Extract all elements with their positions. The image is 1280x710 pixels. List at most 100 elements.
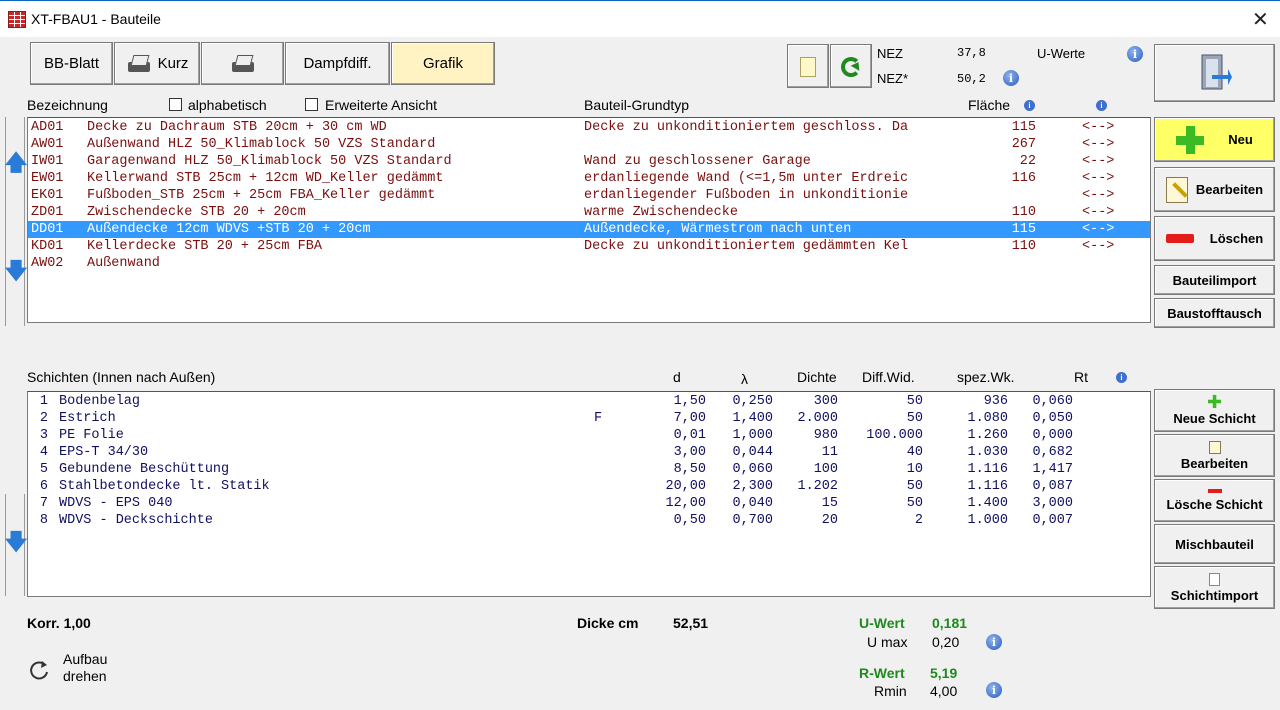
- layer-row[interactable]: 2 Estrich F 7,00 1,400 2.000 50 1.080 0,050: [28, 410, 1150, 427]
- layer-lambda: 2,300: [732, 479, 773, 494]
- aufbau-label[interactable]: Aufbau: [63, 651, 107, 667]
- layer-spez: 1.030: [967, 445, 1008, 460]
- title-bar: XT-FBAU1 - Bauteile ✕: [0, 0, 1280, 37]
- layer-list[interactable]: 1 Bodenbelag 1,50 0,250 300 50 936 0,060 2 Estric…: [27, 391, 1151, 597]
- new-document-button[interactable]: [787, 44, 829, 88]
- arrow-down-icon[interactable]: 🡇: [5, 259, 28, 285]
- component-link[interactable]: <-->: [1082, 221, 1114, 238]
- layer-row[interactable]: 6 Stahlbetondecke lt. Statik 20,00 2,300 1.2…: [28, 478, 1150, 495]
- layer-density: 980: [813, 428, 838, 443]
- component-name: Kellerwand STB 25cm + 12cm WD_Keller ged…: [87, 171, 444, 186]
- layer-spez: 1.116: [967, 462, 1008, 477]
- u-wert-label: U-Wert: [859, 615, 905, 631]
- info-icon[interactable]: i: [1003, 70, 1019, 86]
- info-icon[interactable]: i: [986, 682, 1002, 698]
- component-list[interactable]: AD01 Decke zu Dachraum STB 20cm + 30 cm W…: [27, 117, 1151, 323]
- plus-icon: [1176, 125, 1205, 154]
- alphabetisch-checkbox[interactable]: [169, 98, 182, 111]
- component-link[interactable]: <-->: [1082, 170, 1114, 187]
- printer-icon: [126, 54, 152, 74]
- layer-name: PE Folie: [59, 428, 124, 443]
- component-link[interactable]: <-->: [1082, 153, 1114, 170]
- arrow-up-icon[interactable]: 🡅: [5, 151, 28, 177]
- dampfdiff-label: Dampfdiff.: [303, 55, 372, 72]
- layer-row[interactable]: 3 PE Folie 0,01 1,000 980 100.000 1.260 0,000: [28, 427, 1150, 444]
- layer-number: 2: [39, 411, 48, 426]
- layer-d: 20,00: [665, 479, 706, 494]
- nez-star-label: NEZ*: [877, 71, 909, 86]
- component-link[interactable]: <-->: [1082, 204, 1114, 221]
- dampfdiff-button[interactable]: Dampfdiff.: [285, 42, 390, 85]
- layer-spez: 1.080: [967, 411, 1008, 426]
- arrow-down-icon[interactable]: 🡇: [5, 530, 28, 556]
- component-row[interactable]: AD01 Decke zu Dachraum STB 20cm + 30 cm W…: [28, 119, 1150, 136]
- component-row[interactable]: ZD01 Zwischendecke STB 20 + 20cm warme Zwi…: [28, 204, 1150, 221]
- info-icon[interactable]: i: [1096, 100, 1107, 111]
- info-icon[interactable]: i: [1127, 46, 1143, 62]
- component-area: 115: [1011, 222, 1036, 237]
- layer-row[interactable]: 1 Bodenbelag 1,50 0,250 300 50 936 0,060: [28, 393, 1150, 410]
- component-code: AW02: [31, 256, 64, 271]
- layer-d: 3,00: [673, 445, 706, 460]
- component-link[interactable]: <-->: [1082, 136, 1114, 153]
- component-code: EW01: [31, 171, 64, 186]
- component-row[interactable]: EK01 Fußboden_STB 25cm + 25cm FBA_Keller …: [28, 187, 1150, 204]
- bearbeiten-button[interactable]: Bearbeiten: [1154, 167, 1275, 212]
- component-row[interactable]: EW01 Kellerwand STB 25cm + 12cm WD_Keller…: [28, 170, 1150, 187]
- loesche-schicht-button[interactable]: Lösche Schicht: [1154, 479, 1275, 522]
- nez-star-value: 50,2: [957, 72, 986, 86]
- loeschen-button[interactable]: Löschen: [1154, 216, 1275, 261]
- rotate-icon[interactable]: [27, 658, 51, 682]
- layer-density: 20: [821, 513, 838, 528]
- component-link[interactable]: <-->: [1082, 119, 1114, 136]
- diff-header: Diff.Wid.: [862, 369, 915, 385]
- grafik-button[interactable]: Grafik: [391, 42, 495, 85]
- info-icon[interactable]: i: [1116, 372, 1127, 383]
- mischbauteil-button[interactable]: Mischbauteil: [1154, 524, 1275, 564]
- layer-row[interactable]: 4 EPS-T 34/30 3,00 0,044 11 40 1.030 0,682: [28, 444, 1150, 461]
- bb-blatt-button[interactable]: BB-Blatt: [30, 42, 113, 85]
- schichtimport-button[interactable]: Schichtimport: [1154, 566, 1275, 609]
- mischbauteil-label: Mischbauteil: [1175, 536, 1254, 552]
- close-icon[interactable]: ✕: [1252, 7, 1269, 31]
- info-icon[interactable]: i: [986, 634, 1002, 650]
- info-icon[interactable]: i: [1024, 100, 1035, 111]
- window-title: XT-FBAU1 - Bauteile: [31, 11, 161, 27]
- drehen-label[interactable]: drehen: [63, 668, 107, 684]
- layer-spez: 1.400: [967, 496, 1008, 511]
- kurz-print-button[interactable]: Kurz: [114, 42, 200, 85]
- component-link[interactable]: <-->: [1082, 238, 1114, 255]
- layer-number: 6: [39, 479, 48, 494]
- edit-icon: [1208, 440, 1221, 454]
- layer-d: 1,50: [673, 394, 706, 409]
- bauteilimport-label: Bauteilimport: [1172, 272, 1257, 288]
- refresh-button[interactable]: [830, 44, 872, 88]
- component-name: Außenwand HLZ 50_Klimablock 50 VZS Stand…: [87, 137, 436, 152]
- component-row[interactable]: AW02 Außenwand: [28, 255, 1150, 272]
- baustofftausch-button[interactable]: Baustofftausch: [1154, 298, 1275, 328]
- neu-button[interactable]: Neu: [1154, 117, 1275, 162]
- bauteilimport-button[interactable]: Bauteilimport: [1154, 265, 1275, 295]
- layer-name: Gebundene Beschüttung: [59, 462, 230, 477]
- component-name: Außendecke 12cm WDVS +STB 20 + 20cm: [87, 222, 371, 237]
- dicke-value: 52,51: [673, 615, 709, 631]
- component-link[interactable]: <-->: [1082, 187, 1114, 204]
- layer-row[interactable]: 5 Gebundene Beschüttung 8,50 0,060 100 10 1.11…: [28, 461, 1150, 478]
- component-row[interactable]: DD01 Außendecke 12cm WDVS +STB 20 + 20cm A…: [28, 221, 1150, 238]
- layer-row[interactable]: 7 WDVS - EPS 040 12,00 0,040 15 50 1.400 3,000: [28, 495, 1150, 512]
- component-row[interactable]: AW01 Außenwand HLZ 50_Klimablock 50 VZS S…: [28, 136, 1150, 153]
- neue-schicht-button[interactable]: ✚ Neue Schicht: [1154, 389, 1275, 432]
- layer-rt: 3,000: [1032, 496, 1073, 511]
- schicht-bearbeiten-button[interactable]: Bearbeiten: [1154, 434, 1275, 477]
- layer-diff: 50: [906, 394, 923, 409]
- component-code: IW01: [31, 154, 64, 169]
- print-button[interactable]: [201, 42, 284, 85]
- schicht-bearbeiten-label: Bearbeiten: [1180, 455, 1249, 471]
- component-row[interactable]: KD01 Kellerdecke STB 20 + 25cm FBA Decke z…: [28, 238, 1150, 255]
- erweiterte-checkbox[interactable]: [305, 98, 318, 111]
- component-row[interactable]: IW01 Garagenwand HLZ 50_Klimablock 50 VZS…: [28, 153, 1150, 170]
- exit-button[interactable]: [1154, 44, 1275, 102]
- layer-row[interactable]: 8 WDVS - Deckschichte 0,50 0,700 20 2 1.000 0,0…: [28, 512, 1150, 529]
- layer-number: 3: [39, 428, 48, 443]
- document-icon: [800, 57, 816, 77]
